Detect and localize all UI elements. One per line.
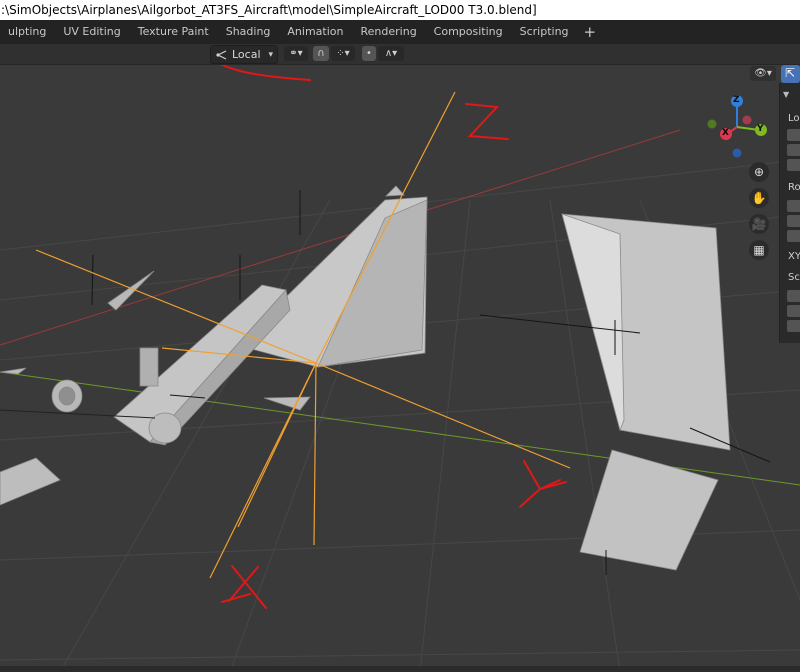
falloff-dropdown[interactable]: ∧▾ [378, 46, 404, 61]
transform-orientation-icon [216, 49, 227, 60]
link-icon: ⚭▾ [289, 48, 303, 59]
pivot-point-dropdown[interactable]: ⚭▾ [284, 46, 308, 61]
status-bar [0, 666, 800, 672]
fuselage-strut [139, 347, 159, 387]
tab-scripting[interactable]: Scripting [512, 22, 577, 42]
tab-compositing[interactable]: Compositing [426, 22, 511, 42]
gizmo-axis-y[interactable]: Y [757, 124, 764, 134]
panel-collapse-icon[interactable]: ▼ [783, 90, 789, 99]
gizmo-axis-x[interactable]: X [722, 128, 729, 138]
tab-texture-paint[interactable]: Texture Paint [130, 22, 217, 42]
sidebar-label-scale: Sc [788, 272, 800, 283]
falloff-curve-icon: ∧▾ [384, 48, 398, 59]
window-title-bar: :\SimObjects\Airplanes\Ailgorbot_AT3FS_A… [0, 0, 800, 20]
scale-z-field[interactable] [787, 320, 800, 332]
arrow-icon: ⇱ [785, 66, 796, 80]
tab-sculpting[interactable]: ulpting [0, 22, 54, 42]
viewport-header: Local ▾ ⚭▾ ∩ ⁘▾ • ∧▾ [0, 44, 800, 65]
snap-grid-icon: ⁘▾ [336, 48, 350, 59]
proportional-editing-toggle[interactable]: • [362, 46, 376, 61]
scale-y-field[interactable] [787, 305, 800, 317]
workspace-tab-bar: ulpting UV Editing Texture Paint Shading… [0, 20, 800, 44]
rotation-x-field[interactable] [787, 200, 800, 212]
tab-rendering[interactable]: Rendering [353, 22, 425, 42]
location-y-field[interactable] [787, 144, 800, 156]
chevron-down-icon: ▾ [268, 49, 273, 60]
snap-toggle[interactable]: ∩ [313, 46, 329, 61]
location-z-field[interactable] [787, 159, 800, 171]
zoom-icon[interactable]: ⊕ [749, 162, 769, 182]
overlay-visibility-dropdown[interactable]: 👁▾ [750, 66, 776, 81]
sidebar-label-rotation: Ro [788, 182, 800, 193]
hand-icon[interactable]: ✋ [749, 188, 769, 208]
magnet-icon: ∩ [317, 48, 325, 59]
add-workspace-button[interactable]: + [578, 22, 603, 42]
sidebar-label-location: Lo [788, 113, 800, 124]
window-title: :\SimObjects\Airplanes\Ailgorbot_AT3FS_A… [1, 3, 537, 17]
gizmo-toggle[interactable]: ⇱ [781, 65, 800, 83]
tab-uv-editing[interactable]: UV Editing [55, 22, 128, 42]
rotation-z-field[interactable] [787, 230, 800, 242]
tab-shading[interactable]: Shading [218, 22, 279, 42]
rotation-y-field[interactable] [787, 215, 800, 227]
3d-viewport[interactable] [0, 65, 800, 672]
eye-icon: 👁▾ [754, 68, 772, 79]
gizmo-axis-z[interactable]: Z [733, 95, 740, 105]
transform-orientation-dropdown[interactable]: Local ▾ [210, 45, 278, 64]
snap-target-dropdown[interactable]: ⁘▾ [331, 46, 355, 61]
location-x-field[interactable] [787, 129, 800, 141]
tab-animation[interactable]: Animation [279, 22, 351, 42]
rotation-mode-value[interactable]: XY [788, 251, 800, 262]
transform-orientation-value: Local [232, 48, 261, 61]
grid-icon[interactable]: ▦ [749, 240, 769, 260]
proportional-icon: • [366, 48, 372, 59]
camera-icon[interactable]: 🎥 [749, 214, 769, 234]
scale-x-field[interactable] [787, 290, 800, 302]
